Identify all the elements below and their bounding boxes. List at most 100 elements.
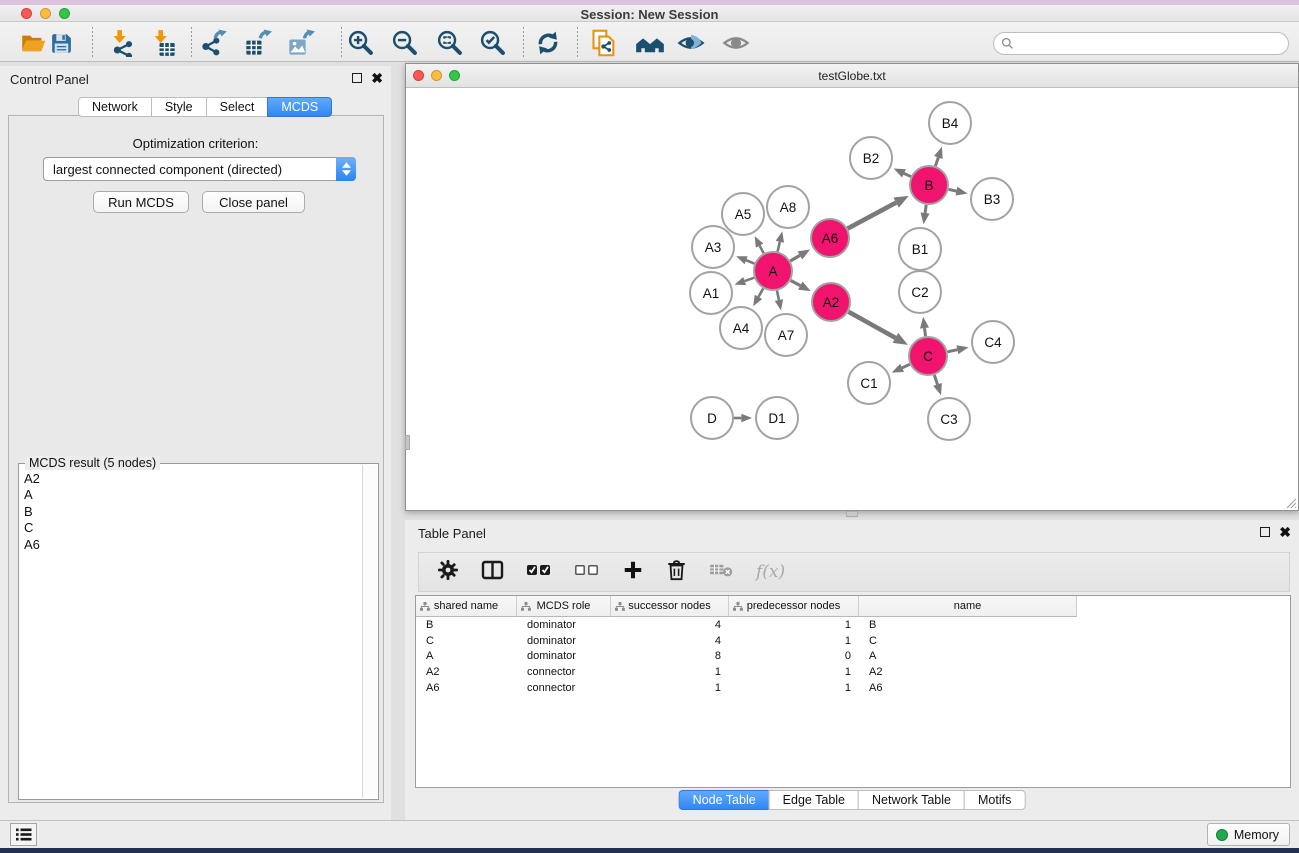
graph-node-B3[interactable]: B3 [971, 178, 1013, 220]
export-network-icon[interactable] [199, 28, 229, 58]
zoom-fit-icon[interactable] [435, 28, 465, 58]
tab-network-table[interactable]: Network Table [858, 790, 965, 810]
tab-mcds[interactable]: MCDS [267, 97, 332, 117]
graph-edge-C-C1[interactable] [902, 364, 910, 368]
zoom-out-icon[interactable] [390, 28, 420, 58]
column-header-successor-nodes[interactable]: successor nodes [611, 596, 729, 617]
graph-edge-A-A1[interactable] [745, 278, 755, 281]
tab-select[interactable]: Select [206, 97, 269, 117]
graph-node-A5[interactable]: A5 [722, 193, 764, 235]
tab-node-table[interactable]: Node Table [679, 790, 770, 810]
graph-edge-C-C3[interactable] [934, 375, 937, 384]
search-field[interactable] [993, 32, 1289, 55]
network-window-titlebar[interactable]: testGlobe.txt [406, 64, 1298, 88]
tab-style[interactable]: Style [151, 97, 207, 117]
column-header-MCDS-role[interactable]: MCDS role [517, 596, 611, 617]
float-panel-icon[interactable] [352, 73, 362, 83]
zoom-in-icon[interactable] [346, 28, 376, 58]
open-file-icon[interactable] [18, 28, 48, 58]
graph-edge-B-B2[interactable] [904, 173, 911, 176]
graph-edge-B-B1[interactable] [925, 205, 926, 213]
graph-edge-B-B4[interactable] [935, 157, 938, 166]
result-list-scrollbar[interactable] [362, 465, 377, 798]
graph-edge-A-A6[interactable] [790, 255, 800, 261]
close-panel-icon[interactable]: ✖ [371, 73, 383, 83]
graph-node-C[interactable]: C [909, 337, 947, 375]
graph-node-C4[interactable]: C4 [972, 321, 1014, 363]
unselect-all-icon[interactable] [574, 560, 600, 585]
export-table-icon[interactable] [243, 28, 273, 58]
graph-node-B1[interactable]: B1 [899, 228, 941, 270]
result-item[interactable]: A2 [24, 471, 361, 487]
table-row[interactable]: Bdominator41B [416, 618, 1077, 634]
column-header-predecessor-nodes[interactable]: predecessor nodes [729, 596, 859, 617]
float-table-panel-icon[interactable] [1260, 527, 1270, 537]
graph-edge-A-A5[interactable] [760, 246, 764, 254]
graph-node-B2[interactable]: B2 [850, 137, 892, 179]
graph-node-A[interactable]: A [754, 252, 792, 290]
refresh-view-icon[interactable] [533, 28, 563, 58]
split-view-icon[interactable] [481, 559, 504, 586]
graph-edge-A-A3[interactable] [746, 260, 754, 263]
result-item[interactable]: A6 [24, 537, 361, 553]
graph-edge-C-C4[interactable] [948, 350, 958, 352]
table-row[interactable]: Cdominator41C [416, 634, 1077, 650]
task-history-button[interactable] [10, 823, 37, 846]
select-all-icon[interactable] [526, 560, 552, 585]
graph-node-C2[interactable]: C2 [899, 271, 941, 313]
import-network-icon[interactable] [107, 28, 137, 58]
table-row[interactable]: A6connector11A6 [416, 681, 1077, 697]
result-item[interactable]: B [24, 504, 361, 520]
optimization-criterion-dropdown[interactable]: largest connected component (directed) [43, 157, 356, 181]
search-input[interactable] [1014, 37, 1288, 51]
delete-columns-icon[interactable] [666, 559, 687, 586]
graph-edge-A-A4[interactable] [758, 288, 763, 296]
graph-node-A4[interactable]: A4 [720, 307, 762, 349]
graph-node-D1[interactable]: D1 [756, 397, 798, 439]
column-header-name[interactable]: name [859, 596, 1077, 617]
graph-edge-A-A8[interactable] [778, 242, 780, 252]
graph-node-B4[interactable]: B4 [929, 102, 971, 144]
graph-edge-A-A7[interactable] [777, 291, 779, 300]
graph-edge-A6-B[interactable] [848, 203, 897, 229]
table-row[interactable]: A2connector11A2 [416, 665, 1077, 681]
close-table-panel-icon[interactable]: ✖ [1279, 527, 1291, 537]
tab-motifs[interactable]: Motifs [964, 790, 1025, 810]
graph-node-A3[interactable]: A3 [692, 226, 734, 268]
tab-network[interactable]: Network [78, 97, 152, 117]
clone-network-icon[interactable] [589, 28, 619, 58]
add-column-icon[interactable] [622, 559, 644, 586]
graph-edge-B-B3[interactable] [949, 189, 957, 191]
export-image-icon[interactable] [286, 28, 316, 58]
graph-node-C3[interactable]: C3 [928, 398, 970, 440]
tab-edge-table[interactable]: Edge Table [769, 790, 859, 810]
network-vertical-scrollbar[interactable] [405, 435, 410, 450]
column-header-shared-name[interactable]: shared name [416, 596, 517, 617]
zoom-selected-icon[interactable] [478, 28, 508, 58]
graph-node-A6[interactable]: A6 [811, 219, 849, 257]
graph-node-A1[interactable]: A1 [690, 272, 732, 314]
graph-node-D[interactable]: D [691, 397, 733, 439]
graph-node-A2[interactable]: A2 [812, 283, 850, 321]
show-hide-panel-icon[interactable] [721, 28, 751, 58]
run-mcds-button[interactable]: Run MCDS [93, 191, 189, 213]
show-all-networks-icon[interactable] [635, 28, 665, 58]
graph-edge-C-C2[interactable] [925, 328, 926, 336]
network-horizontal-scrollbar[interactable] [846, 511, 858, 517]
import-table-icon[interactable] [148, 28, 178, 58]
resize-grip-icon[interactable] [1285, 497, 1297, 509]
graph-edge-A-A2[interactable] [791, 280, 801, 285]
memory-button[interactable]: Memory [1207, 823, 1290, 846]
show-hide-style-icon[interactable] [676, 28, 706, 58]
graph-node-C1[interactable]: C1 [848, 362, 890, 404]
graph-node-A7[interactable]: A7 [765, 314, 807, 356]
result-item[interactable]: A [24, 487, 361, 503]
graph-node-A8[interactable]: A8 [767, 186, 809, 228]
graph-node-B[interactable]: B [910, 166, 948, 204]
network-canvas[interactable]: B4 B2 B B3 A5A8A6 B1 A3 A A1 C2 A2 A4A7 C4 C C1 C3 D D1 [406, 89, 1298, 510]
table-row[interactable]: Adominator80A [416, 649, 1077, 665]
graph-edge-A2-C[interactable] [848, 312, 895, 338]
save-session-icon[interactable] [46, 28, 76, 58]
table-settings-icon[interactable] [437, 559, 459, 586]
result-item[interactable]: C [24, 520, 361, 536]
